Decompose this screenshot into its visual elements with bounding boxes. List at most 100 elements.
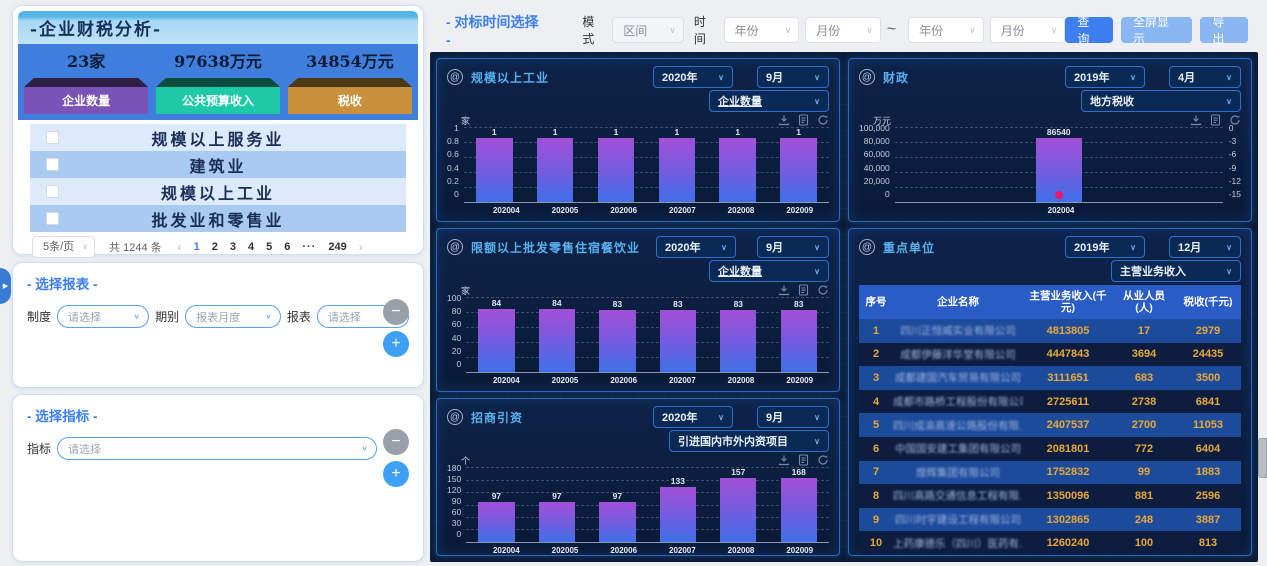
page-button-3[interactable]: 3 [230,241,236,253]
remove-indicator-button[interactable]: − [383,429,409,455]
year-select-4[interactable]: 2019年∨ [1065,236,1145,258]
checkbox-icon[interactable] [46,158,59,171]
industry-row[interactable]: 规模以上服务业 [30,124,406,151]
y-axis: 1801501209060300 [447,463,466,539]
institution-select[interactable]: 请选择∨ [57,305,149,328]
page-button-6[interactable]: 6 [284,241,290,253]
chevron-down-icon: ∨ [1226,73,1232,82]
checkbox-icon[interactable] [46,131,59,144]
chevron-down-icon: ∨ [1226,97,1232,106]
bar-group: 83 [769,297,829,372]
mode-label: 模式 [582,13,606,47]
bar [781,478,817,542]
bar-group: 86540 [895,127,1223,202]
document-icon[interactable] [798,114,809,126]
download-icon[interactable] [778,114,790,126]
add-indicator-button[interactable]: + [383,461,409,487]
next-page-button[interactable]: › [359,240,363,254]
company-name: 四川时宇建设工程有限公司 [893,512,1023,527]
download-icon[interactable] [1190,114,1202,126]
industry-label: 规模以上服务业 [59,126,377,150]
month-select-0[interactable]: 9月∨ [757,66,829,88]
month-select-4[interactable]: 12月∨ [1169,236,1241,258]
bar-value-label: 1 [614,127,619,137]
bar-group: 84 [466,297,526,372]
year-select-0[interactable]: 2020年∨ [653,66,733,88]
refresh-icon[interactable] [817,454,829,466]
metric-select-0[interactable]: 企业数量∨ [709,90,829,112]
page-button-···[interactable]: ··· [302,241,316,253]
checkbox-icon[interactable] [46,212,59,225]
page-button-1[interactable]: 1 [194,241,200,253]
time-label: 时间 [694,13,718,47]
bar-value-label: 86540 [1047,127,1071,137]
add-report-button[interactable]: + [383,331,409,357]
chevron-down-icon: ∨ [969,25,976,36]
institution-label: 制度 [27,308,51,325]
table-row: 2 成都伊藤洋华堂有限公司 4447843 3694 24435 [859,343,1241,367]
time-select-2[interactable]: 年份∨ [908,17,984,43]
time-select-0[interactable]: 年份∨ [724,17,800,43]
time-select-3[interactable]: 月份∨ [990,17,1066,43]
metric-select-4[interactable]: 主营业务收入∨ [1111,260,1241,282]
bar-value-label: 83 [794,299,803,309]
indicator-select[interactable]: 请选择∨ [57,437,377,460]
side-widget-handle[interactable] [1258,438,1267,478]
metric-select-1[interactable]: 地方税收∨ [1081,90,1241,112]
document-icon[interactable] [798,454,809,466]
prev-page-button[interactable]: ‹ [178,240,182,254]
page-size-select[interactable]: 5条/页∨ [32,236,95,258]
month-select-2[interactable]: 9月∨ [757,236,829,258]
year-select-1[interactable]: 2019年∨ [1065,66,1145,88]
bar-group: 97 [587,467,647,542]
chevron-down-icon: ∨ [814,97,820,106]
panel-retail-catering: @ 限额以上批发零售住宿餐饮业 2020年∨ 9月∨ 企业数量∨ 家 10080… [436,228,840,392]
plot-area: 86540 [895,127,1223,203]
page-button-4[interactable]: 4 [248,241,254,253]
industry-row[interactable]: 建筑业 [30,151,406,178]
download-icon[interactable] [778,454,790,466]
remove-report-button[interactable]: − [383,299,409,325]
bar-value-label: 84 [552,298,561,308]
sidebar-collapse-handle[interactable]: ▶ [0,268,11,304]
time-compare-title: - 对标时间选择 - [446,12,546,48]
bar [476,138,513,202]
chevron-down-icon: ∨ [1051,25,1058,36]
industry-list: 规模以上服务业 建筑业 规模以上工业 批发业和零售业 [30,124,406,232]
page-button-5[interactable]: 5 [266,241,272,253]
metric-select-2[interactable]: 企业数量∨ [709,260,829,282]
month-select-1[interactable]: 4月∨ [1169,66,1241,88]
query-button[interactable]: 查询 [1065,17,1113,43]
overview-title: -企业财税分析- [18,11,418,44]
month-select-3[interactable]: 9月∨ [757,406,829,428]
stat-block: 34854万元 税收 [288,48,412,114]
document-icon[interactable] [798,284,809,296]
period-select[interactable]: 报表月度∨ [185,305,281,328]
time-compare-toolbar: - 对标时间选择 - 模式 区间∨ 时间年份∨月份∨~年份∨月份∨查询全屏显示导… [430,12,1258,48]
fullscreen-button[interactable]: 全屏显示 [1121,17,1192,43]
bar-group: 83 [708,297,768,372]
bar-value-label: 1 [492,127,497,137]
year-select-3[interactable]: 2020年∨ [653,406,733,428]
bar [659,138,696,202]
target-icon: @ [447,239,463,255]
page-button-2[interactable]: 2 [212,241,218,253]
time-select-1[interactable]: 月份∨ [805,17,881,43]
metric-select-3[interactable]: 引进国内市外内资项目∨ [669,430,829,452]
export-button[interactable]: 导出 [1200,17,1248,43]
year-select-2[interactable]: 2020年∨ [656,236,736,258]
industry-row[interactable]: 批发业和零售业 [30,205,406,232]
bar-value-label: 97 [492,491,501,501]
page-button-249[interactable]: 249 [328,241,346,253]
refresh-icon[interactable] [817,114,829,126]
bar-value-label: 1 [674,127,679,137]
refresh-icon[interactable] [817,284,829,296]
x-axis-labels: 202004202005202006202007202008202009 [447,543,829,557]
download-icon[interactable] [778,284,790,296]
company-name: 上药康德乐（四川）医药有... [893,536,1023,551]
document-icon[interactable] [1210,114,1221,126]
checkbox-icon[interactable] [46,185,59,198]
bar-value-label: 133 [671,476,685,486]
industry-row[interactable]: 规模以上工业 [30,178,406,205]
mode-select[interactable]: 区间∨ [612,17,684,43]
